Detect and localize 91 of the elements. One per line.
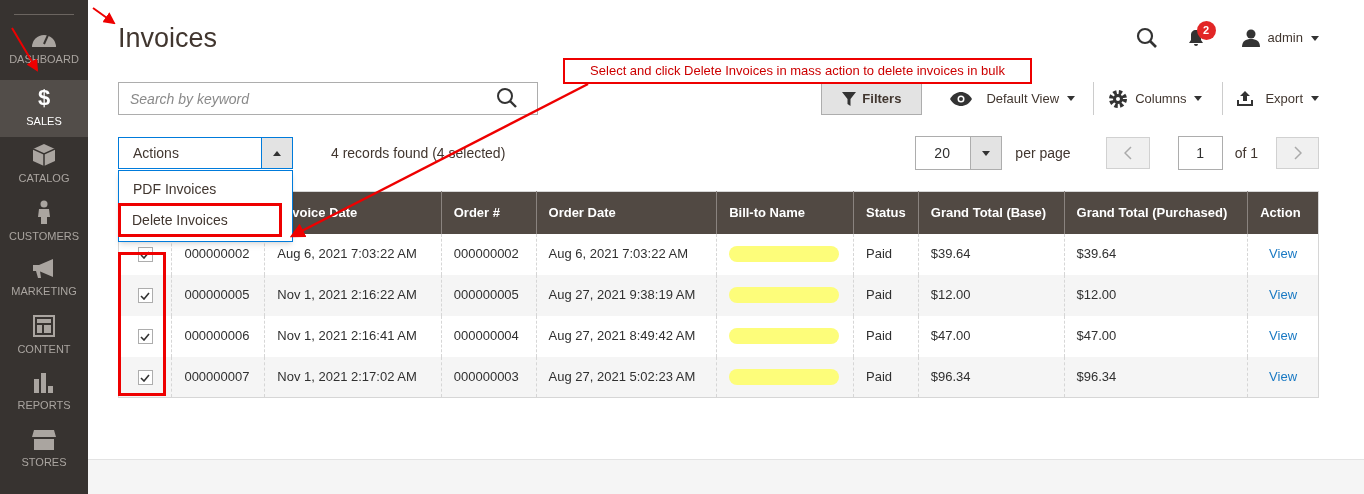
- search-icon[interactable]: [496, 87, 518, 109]
- page-count: of 1: [1234, 143, 1258, 163]
- sidebar-item[interactable]: STORES: [0, 422, 88, 479]
- table-cell: Paid: [866, 328, 893, 344]
- menu-item[interactable]: PDF Invoices: [119, 175, 292, 203]
- table-cell: Aug 6, 2021 7:03:22 AM: [548, 246, 689, 262]
- column-header[interactable]: Order #: [453, 205, 500, 220]
- arrow: [92, 7, 116, 25]
- caret-icon: [1194, 96, 1203, 101]
- table-cell: 000000002: [453, 246, 519, 262]
- check-icon: [140, 291, 151, 300]
- check-icon: [140, 332, 151, 341]
- caret-icon: [273, 150, 281, 156]
- row-checkbox[interactable]: [137, 288, 153, 304]
- user-menu[interactable]: admin: [1241, 28, 1319, 48]
- sidebar-item[interactable]: CUSTOMERS: [0, 194, 88, 251]
- table-cell: Paid: [866, 246, 893, 262]
- table-cell: $96.34: [930, 369, 971, 384]
- table-cell: Paid: [866, 369, 893, 384]
- table-cell: $47.00: [1076, 328, 1117, 344]
- view-link[interactable]: View: [1269, 287, 1298, 303]
- megaphone-icon: [33, 259, 55, 280]
- search-icon[interactable]: [1135, 27, 1158, 49]
- table-cell: Aug 27, 2021 8:49:42 AM: [548, 328, 696, 344]
- column-header[interactable]: Grand Total (Base): [930, 205, 1047, 220]
- table-cell: Paid: [866, 287, 893, 303]
- filters-button[interactable]: Filters: [821, 82, 923, 115]
- row-checkbox[interactable]: [137, 329, 153, 345]
- table-cell: 000000003: [453, 369, 519, 384]
- table-cell: $12.00: [1076, 287, 1117, 303]
- caret-icon: [1067, 96, 1076, 101]
- column-header[interactable]: Order Date: [548, 205, 616, 220]
- sidebar-item[interactable]: $ SALES: [0, 80, 88, 137]
- page-title: Invoices: [118, 21, 219, 55]
- column-header[interactable]: Status: [866, 205, 906, 220]
- storefront-icon: [32, 430, 56, 451]
- check-icon: [140, 373, 151, 382]
- table-cell: Nov 1, 2021 2:16:22 AM: [277, 287, 417, 303]
- table-cell: $12.00: [930, 287, 971, 303]
- chevron-left-icon: [1123, 146, 1132, 160]
- table-cell: 000000002: [184, 246, 250, 262]
- table-cell: $96.34: [1076, 369, 1117, 384]
- search-field[interactable]: Search by keyword: [118, 82, 538, 115]
- column-header[interactable]: Bill-to Name: [729, 205, 805, 220]
- user-icon: [1241, 29, 1260, 47]
- view-link[interactable]: View: [1269, 369, 1298, 384]
- page-number-field[interactable]: 1: [1177, 136, 1223, 170]
- actions-dropdown[interactable]: Actions: [118, 137, 293, 169]
- gear-icon: [1109, 89, 1128, 108]
- table-cell: 000000005: [184, 287, 250, 303]
- chevron-right-icon: [1293, 146, 1302, 160]
- eye-icon: [950, 91, 973, 106]
- caret-icon: [982, 150, 991, 156]
- table-cell: $47.00: [930, 328, 971, 344]
- layout-icon: [33, 315, 55, 338]
- columns-dropdown[interactable]: Columns: [1094, 82, 1224, 115]
- column-header[interactable]: Grand Total (Purchased): [1076, 205, 1228, 220]
- caret-icon: [1311, 35, 1319, 41]
- dollar-icon: $: [37, 87, 51, 110]
- table-cell: 000000005: [453, 287, 519, 303]
- table-cell: $39.64: [1076, 246, 1117, 262]
- box-icon: [33, 144, 55, 167]
- row-checkbox[interactable]: [137, 370, 153, 386]
- export-dropdown[interactable]: Export: [1223, 82, 1319, 115]
- table-cell: 000000004: [453, 328, 519, 344]
- person-icon: [37, 200, 51, 225]
- view-link[interactable]: View: [1269, 328, 1298, 344]
- per-page-select[interactable]: 20: [915, 136, 1003, 170]
- sidebar-item[interactable]: CONTENT: [0, 308, 88, 365]
- upload-icon: [1237, 91, 1254, 106]
- table-cell: 000000006: [184, 328, 250, 344]
- sidebar-item[interactable]: CATALOG: [0, 137, 88, 194]
- gauge-icon: [32, 35, 56, 48]
- funnel-icon: [842, 91, 857, 106]
- table-cell: Nov 1, 2021 2:16:41 AM: [277, 328, 417, 344]
- view-link[interactable]: View: [1269, 246, 1298, 262]
- callout-note: Select and click Delete Invoices in mass action to delete invoices in bulk: [563, 58, 1032, 84]
- sidebar-item[interactable]: REPORTS: [0, 365, 88, 422]
- column-header[interactable]: Action: [1260, 205, 1301, 220]
- table-cell: Aug 27, 2021 5:02:23 AM: [548, 369, 696, 384]
- notification-badge: 2: [1196, 21, 1216, 40]
- caret-icon: [1311, 96, 1319, 101]
- per-page-label: per page: [1015, 143, 1071, 163]
- table-cell: $39.64: [930, 246, 971, 262]
- table-cell: 000000007: [184, 369, 250, 384]
- bar-chart-icon: [34, 373, 54, 394]
- table-cell: Aug 27, 2021 9:38:19 AM: [548, 287, 696, 303]
- table-cell: Nov 1, 2021 2:17:02 AM: [277, 369, 417, 384]
- table-cell: Aug 6, 2021 7:03:22 AM: [277, 246, 417, 262]
- menu-item[interactable]: Delete Invoices: [121, 206, 239, 234]
- sidebar-item[interactable]: MARKETING: [0, 251, 88, 308]
